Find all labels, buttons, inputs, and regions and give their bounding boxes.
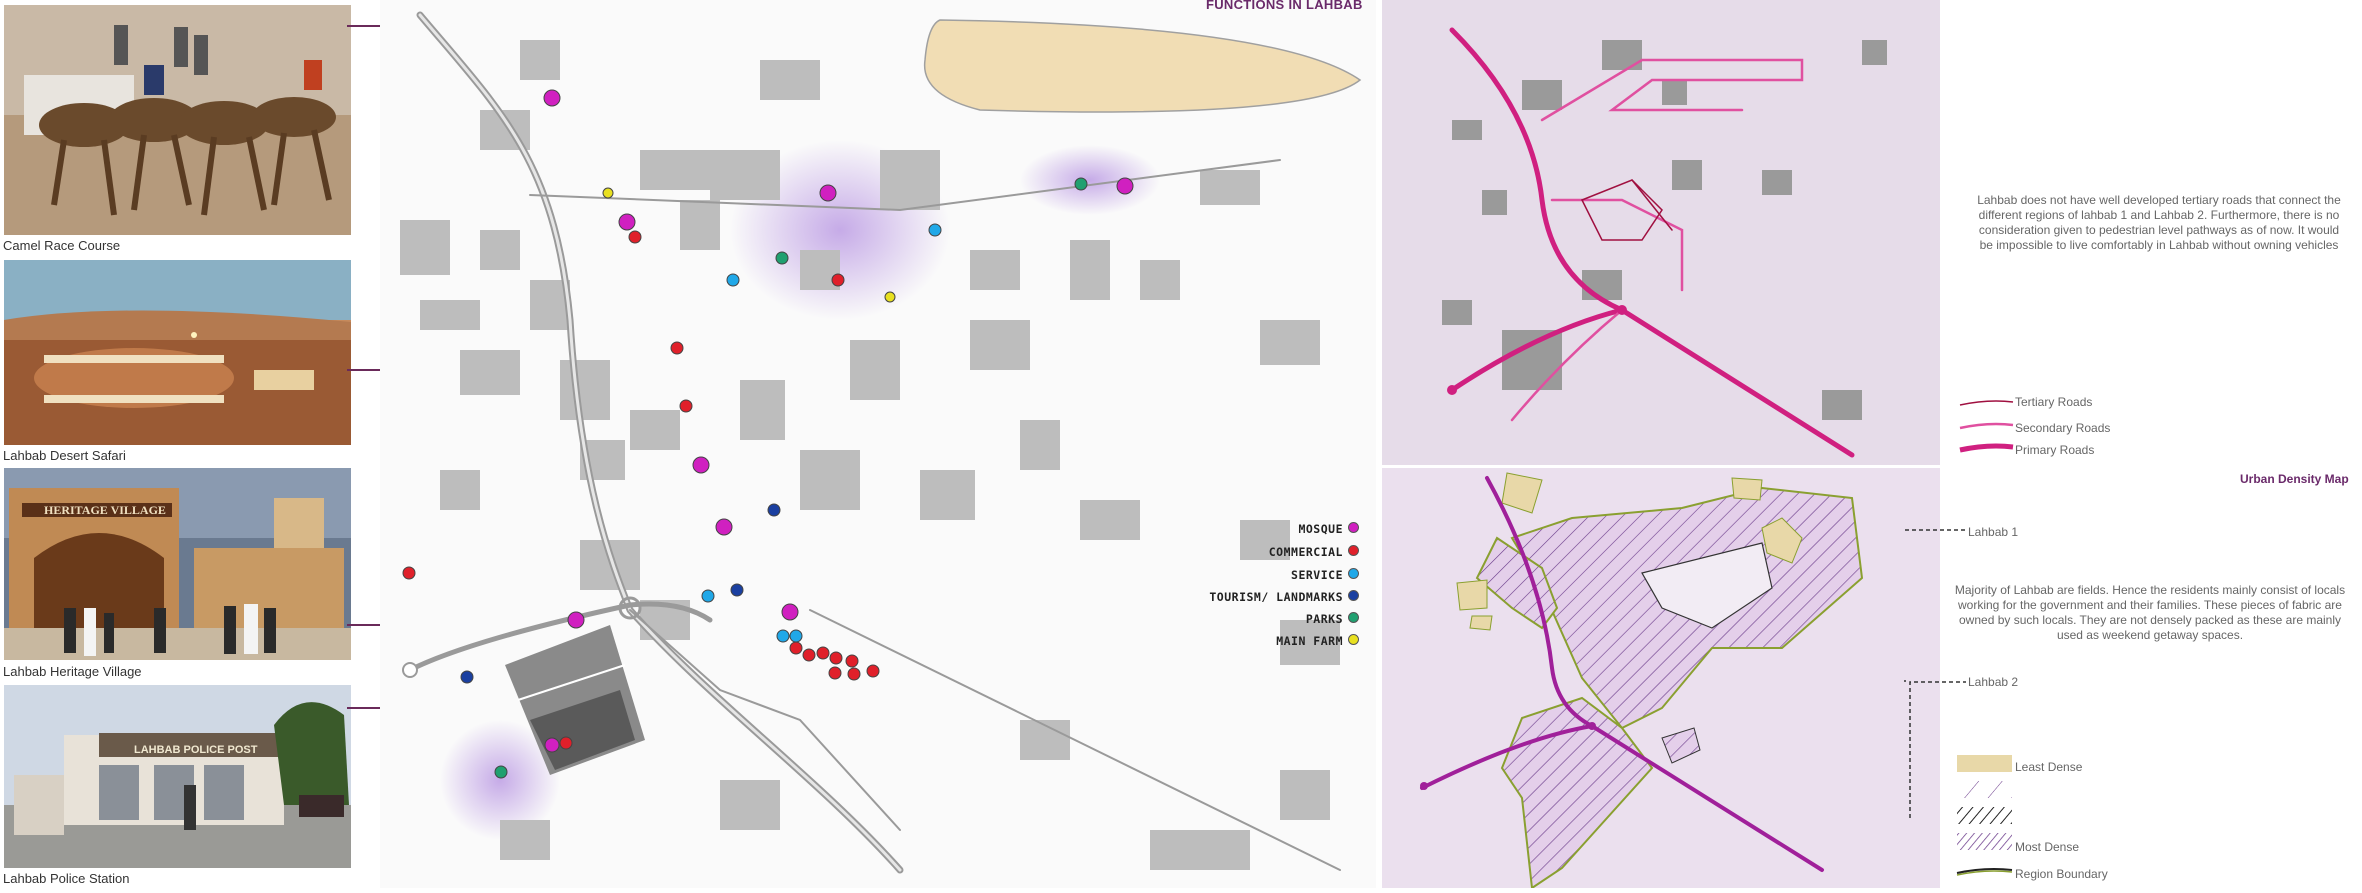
lahbab-functions-map	[380, 0, 1376, 888]
density-junction	[1588, 722, 1596, 730]
road-network-map	[1382, 0, 1940, 465]
legend-label-parks: PARKS	[1305, 612, 1343, 626]
legend-tertiary-roads: Tertiary Roads	[2015, 395, 2093, 409]
secondary-road-swatch	[1959, 422, 2014, 430]
lahbab-2-label: Lahbab 2	[1968, 675, 2019, 689]
legend-label-tourism: TOURISM/ LANDMARKS	[1209, 590, 1343, 604]
most-dense-swatch	[1957, 833, 2012, 850]
least-dense-swatch	[1957, 755, 2012, 772]
legend-secondary-roads: Secondary Roads	[2015, 421, 2111, 435]
functions-map-svg	[380, 0, 1376, 888]
legend-label-main-farm: MAIN FARM	[1276, 634, 1343, 648]
density-description: Majority of Lahbab are fields. Hence the…	[1954, 583, 2346, 642]
road-network-description: Lahbab does not have well developed tert…	[1977, 193, 2341, 252]
map-title: FUNCTIONS IN LAHBAB	[1206, 0, 1363, 12]
road-legend-swatches	[1959, 400, 2014, 453]
medium-dense-swatch	[1957, 807, 2012, 824]
road-junction	[1617, 305, 1627, 315]
tertiary-road-swatch	[1959, 400, 2014, 406]
lahbab-1-label: Lahbab 1	[1968, 525, 2019, 539]
road-network-svg	[1382, 0, 1940, 465]
legend-label-service: SERVICE	[1291, 568, 1343, 582]
density-title: Urban Density Map	[2240, 472, 2349, 486]
legend-primary-roads: Primary Roads	[2015, 443, 2095, 457]
legend-region-boundary: Region Boundary	[2015, 867, 2108, 881]
legend-dot-parks	[1348, 612, 1359, 623]
legend-dot-main-farm	[1348, 634, 1359, 645]
density-legend-swatches	[1956, 755, 2013, 876]
urban-density-map	[1382, 468, 1940, 890]
legend-least-dense: Least Dense	[2015, 760, 2083, 774]
primary-road-swatch	[1959, 443, 2014, 453]
legend-most-dense: Most Dense	[2015, 840, 2080, 854]
farm-area-glow	[1020, 145, 1160, 215]
density-node	[1420, 782, 1428, 790]
legend-dot-mosque	[1348, 522, 1359, 533]
legend-dot-service	[1348, 568, 1359, 579]
density-map-svg	[1382, 468, 1940, 890]
low-dense-swatch	[1957, 781, 2012, 798]
roundabout-west	[402, 662, 418, 678]
legend-dot-tourism	[1348, 590, 1359, 601]
road-node	[1447, 385, 1457, 395]
legend-label-commercial: COMMERCIAL	[1268, 545, 1343, 559]
legend-dot-commercial	[1348, 545, 1359, 556]
legend-label-mosque: MOSQUE	[1298, 522, 1343, 536]
